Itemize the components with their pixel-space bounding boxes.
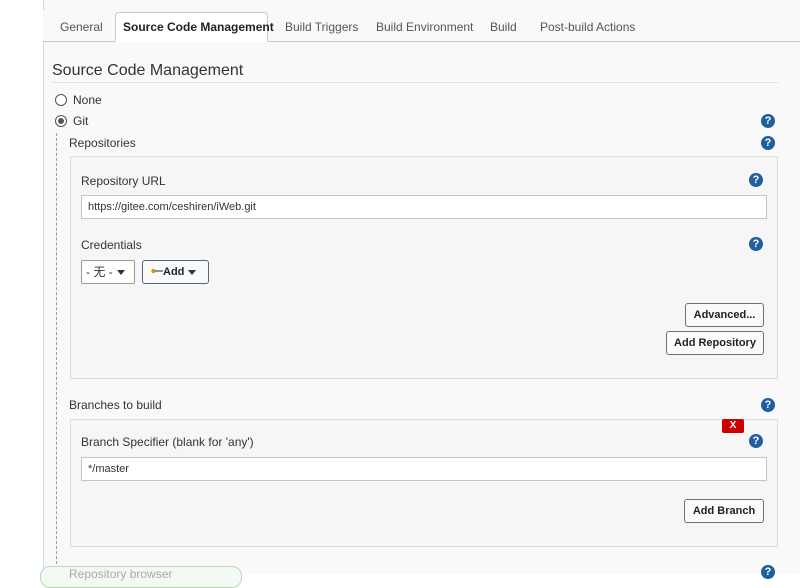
branch-specifier-input[interactable]: */master — [81, 457, 767, 481]
repository-url-help-icon[interactable]: ? — [749, 173, 763, 187]
credentials-label: Credentials — [81, 238, 142, 252]
add-repository-button[interactable]: Add Repository — [666, 331, 764, 355]
repositories-help-icon[interactable]: ? — [761, 136, 775, 150]
repository-browser-label: Repository browser — [69, 567, 173, 581]
add-credentials-label: Add — [163, 266, 185, 278]
repository-browser-help-icon[interactable]: ? — [761, 565, 775, 579]
repository-browser-row[interactable]: Repository browser — [40, 566, 242, 588]
credentials-select[interactable]: - 无 - — [81, 260, 135, 284]
tab-build-environment[interactable]: Build Environment — [376, 14, 473, 41]
branches-label: Branches to build — [69, 398, 162, 412]
repositories-label: Repositories — [69, 136, 136, 150]
config-tabbar: General Source Code Management Build Tri… — [43, 10, 800, 42]
credentials-selected-value: - 无 - — [86, 265, 113, 279]
tab-post-build-actions[interactable]: Post-build Actions — [540, 14, 635, 41]
tab-general[interactable]: General — [60, 14, 103, 41]
radio-git[interactable] — [55, 114, 67, 127]
section-divider — [52, 82, 778, 83]
tab-build[interactable]: Build — [490, 14, 517, 41]
tab-build-triggers[interactable]: Build Triggers — [285, 14, 358, 41]
advanced-button[interactable]: Advanced... — [685, 303, 764, 327]
git-help-icon[interactable]: ? — [761, 114, 775, 128]
credentials-help-icon[interactable]: ? — [749, 237, 763, 251]
radio-none[interactable] — [55, 93, 67, 106]
section-title: Source Code Management — [52, 62, 244, 79]
key-icon — [151, 268, 163, 274]
branches-help-icon[interactable]: ? — [761, 398, 775, 412]
git-section-indent-line — [56, 133, 57, 574]
chevron-down-icon — [188, 269, 197, 275]
add-credentials-button[interactable]: Add — [142, 260, 209, 284]
scm-option-none[interactable]: None — [55, 92, 102, 108]
delete-branch-button[interactable]: X — [722, 419, 744, 433]
scm-option-none-label: None — [73, 93, 102, 107]
scm-option-git[interactable]: Git — [55, 113, 88, 129]
tab-source-code-management[interactable]: Source Code Management — [115, 12, 274, 42]
chevron-down-icon — [116, 270, 125, 276]
scm-option-git-label: Git — [73, 114, 89, 128]
branch-specifier-label: Branch Specifier (blank for 'any') — [81, 435, 254, 449]
repository-url-input[interactable]: https://gitee.com/ceshiren/iWeb.git — [81, 195, 767, 219]
add-branch-button[interactable]: Add Branch — [684, 499, 764, 523]
repository-url-label: Repository URL — [81, 174, 166, 188]
branch-specifier-help-icon[interactable]: ? — [749, 434, 763, 448]
